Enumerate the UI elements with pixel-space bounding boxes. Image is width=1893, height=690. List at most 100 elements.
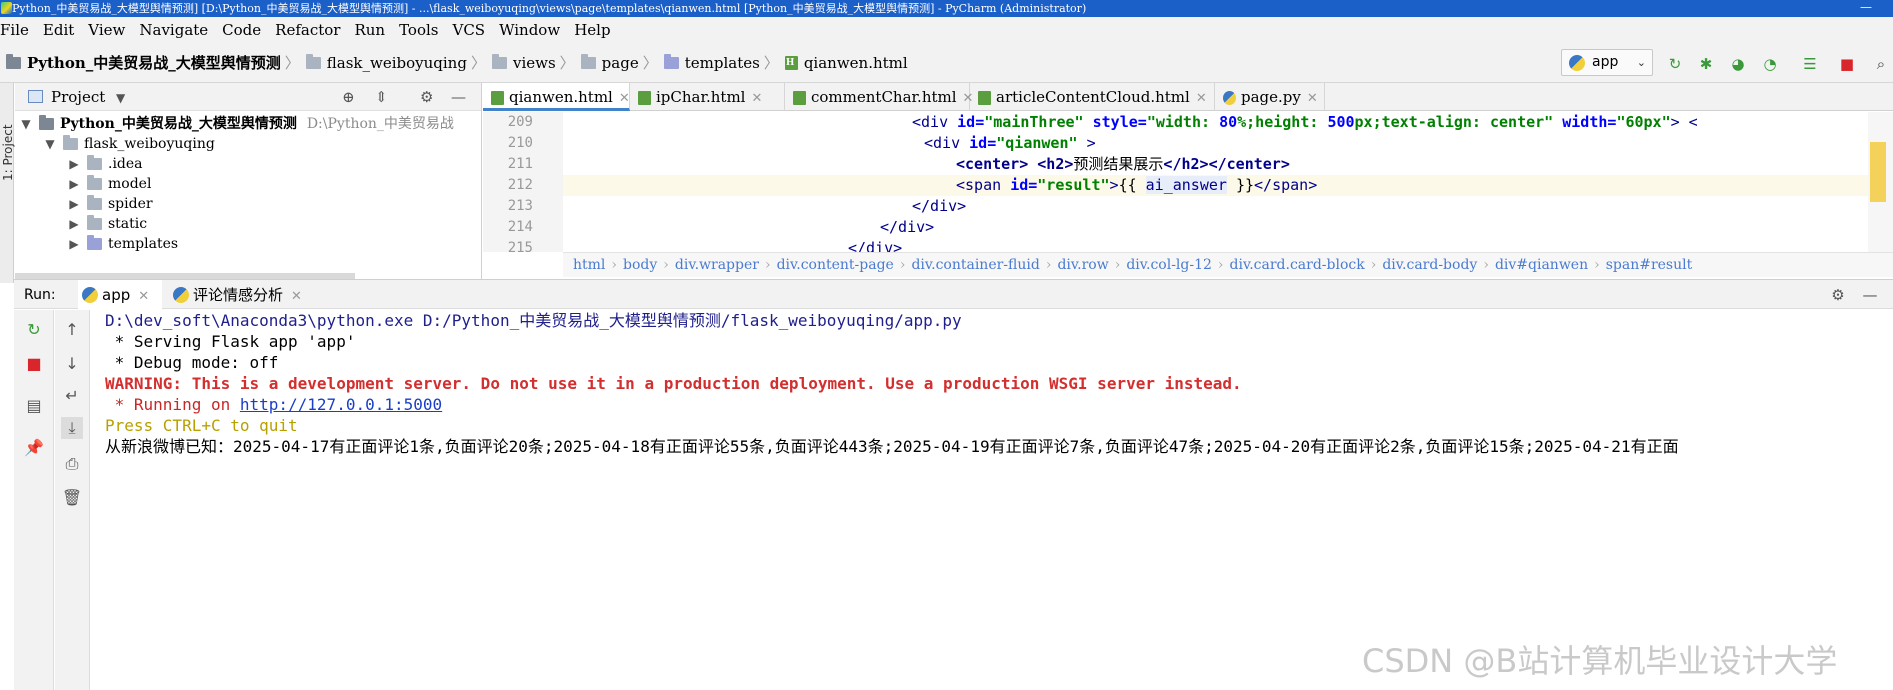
pycharm-app-icon <box>1 2 12 14</box>
stop-icon[interactable]: ■ <box>23 353 45 375</box>
expand-arrow-icon[interactable]: ▶ <box>67 194 81 214</box>
tab-qianwen-html[interactable]: qianwen.html ✕ <box>483 83 630 111</box>
menu-vcs[interactable]: VCS <box>453 17 492 44</box>
run-tab-app[interactable]: app ✕ <box>78 280 162 310</box>
tree-item-flask-weiboyuqing[interactable]: ▼ flask_weiboyuqing <box>43 134 215 154</box>
close-icon[interactable]: ✕ <box>619 91 630 106</box>
html-file-icon <box>978 91 991 105</box>
coverage-icon[interactable]: ◕ <box>1729 55 1747 73</box>
tree-item-static[interactable]: ▶ static <box>67 214 147 234</box>
project-folder-icon <box>39 115 54 130</box>
chevron-right-icon: 〉 <box>284 54 300 72</box>
soft-wrap-icon[interactable]: ↵ <box>61 385 83 407</box>
expand-arrow-icon[interactable]: ▶ <box>67 234 81 254</box>
close-icon[interactable]: ✕ <box>138 289 149 304</box>
tree-item-templates[interactable]: ▶ templates <box>67 234 178 254</box>
breadcrumb-body[interactable]: body <box>623 257 657 273</box>
run-console[interactable]: D:\dev_soft\Anaconda3\python.exe D:/Pyth… <box>91 310 1893 690</box>
breadcrumb-wrapper[interactable]: div.wrapper <box>675 257 759 273</box>
rerun-icon[interactable]: ↻ <box>23 319 45 341</box>
menu-navigate[interactable]: Navigate <box>139 17 214 44</box>
menu-code[interactable]: Code <box>222 17 267 44</box>
gear-icon[interactable]: ⚙ <box>1829 286 1847 304</box>
print-icon[interactable]: ⎙ <box>61 453 83 475</box>
close-icon[interactable]: ✕ <box>1307 91 1318 106</box>
gear-icon[interactable]: ⚙ <box>420 83 433 111</box>
trash-icon[interactable]: 🗑 <box>61 487 83 509</box>
expand-arrow-icon[interactable]: ▶ <box>67 154 81 174</box>
search-icon[interactable]: ⌕ <box>1872 55 1890 73</box>
run-label: Run: <box>24 287 56 303</box>
nav-crumb-project[interactable]: Python_中美贸易战_大模型舆情预测 <box>27 54 281 72</box>
collapse-all-icon[interactable]: ⇕ <box>375 83 388 111</box>
chevron-down-icon[interactable]: ▼ <box>116 91 125 105</box>
breadcrumb-content-page[interactable]: div.content-page <box>777 257 894 273</box>
templates-folder-icon <box>87 235 102 250</box>
pin-icon[interactable]: 📌 <box>23 437 45 459</box>
profile-icon[interactable]: ◔ <box>1761 55 1779 73</box>
breadcrumb-card-block[interactable]: div.card.card-block <box>1230 257 1365 273</box>
close-icon[interactable]: ✕ <box>751 91 762 106</box>
nav-crumb-views[interactable]: views <box>513 54 556 72</box>
breadcrumb-container-fluid[interactable]: div.container-fluid <box>911 257 1039 273</box>
stop-icon[interactable]: ■ <box>1838 55 1856 73</box>
hide-panel-icon[interactable]: — <box>1861 286 1879 304</box>
menu-run[interactable]: Run <box>354 17 391 44</box>
run-list-icon[interactable]: ☰ <box>1801 55 1819 73</box>
menu-view[interactable]: View <box>88 17 131 44</box>
run-tab-sentiment[interactable]: 评论情感分析 ✕ <box>169 280 329 310</box>
folder-icon <box>87 175 102 190</box>
locate-file-icon[interactable]: ⊕ <box>342 83 355 111</box>
code-editor[interactable]: <div id="mainThree" style="width: 80%;he… <box>563 112 1868 252</box>
editor-breadcrumbs: html › body › div.wrapper › div.content-page › d… <box>563 252 1893 277</box>
expand-arrow-icon[interactable]: ▶ <box>67 174 81 194</box>
arrow-up-icon[interactable]: ↑ <box>61 319 83 341</box>
breadcrumb-col-lg-12[interactable]: div.col-lg-12 <box>1126 257 1212 273</box>
tree-item-model[interactable]: ▶ model <box>67 174 151 194</box>
tab-articlecontentcloud-html[interactable]: articleContentCloud.html ✕ <box>970 83 1215 111</box>
minimize-button[interactable]: — <box>1851 0 1881 17</box>
menu-tools[interactable]: Tools <box>399 17 444 44</box>
breadcrumb-row[interactable]: div.row <box>1057 257 1108 273</box>
tree-item-idea[interactable]: ▶ .idea <box>67 154 143 174</box>
code-line-210: <div id="qianwen" > <box>924 134 1096 152</box>
project-tool-window-button[interactable]: 1: Project <box>1 91 15 181</box>
expand-arrow-icon[interactable]: ▼ <box>43 134 57 154</box>
expand-arrow-icon[interactable]: ▼ <box>19 114 33 134</box>
server-url-link[interactable]: http://127.0.0.1:5000 <box>240 395 442 414</box>
nav-crumb-templates[interactable]: templates <box>685 54 760 72</box>
debug-icon[interactable]: ✱ <box>1697 55 1715 73</box>
menu-file[interactable]: File <box>0 17 35 44</box>
nav-crumb-page[interactable]: page <box>602 54 639 72</box>
editor-scrollbar[interactable] <box>1868 112 1893 252</box>
tree-item-project-root[interactable]: ▼ Python_中美贸易战_大模型舆情预测 D:\Python_中美贸易战 <box>19 114 454 134</box>
run-configuration-select[interactable]: app ⌄ <box>1561 49 1653 76</box>
menu-window[interactable]: Window <box>499 17 566 44</box>
rerun-icon[interactable]: ↻ <box>1666 55 1684 73</box>
project-view-label[interactable]: Project <box>51 88 105 106</box>
breadcrumb-card-body[interactable]: div.card-body <box>1382 257 1477 273</box>
hide-panel-icon[interactable]: — <box>451 83 466 111</box>
tree-item-spider[interactable]: ▶ spider <box>67 194 153 214</box>
breadcrumb-result[interactable]: span#result <box>1606 257 1693 273</box>
close-icon[interactable]: ✕ <box>1196 91 1207 106</box>
close-icon[interactable]: ✕ <box>291 289 302 304</box>
editor-gutter: 209 210 211 212 213 214 215 <box>483 112 563 256</box>
folder-icon <box>491 54 507 69</box>
breadcrumb-html[interactable]: html <box>573 257 605 273</box>
arrow-down-icon[interactable]: ↓ <box>61 353 83 375</box>
expand-arrow-icon[interactable]: ▶ <box>67 214 81 234</box>
nav-crumb-flask[interactable]: flask_weiboyuqing <box>327 54 467 72</box>
nav-crumb-file[interactable]: qianwen.html <box>804 54 908 72</box>
tab-commentchar-html[interactable]: commentChar.html ✕ <box>785 83 973 111</box>
tab-page-py[interactable]: page.py ✕ <box>1215 83 1325 111</box>
breadcrumb-qianwen[interactable]: div#qianwen <box>1495 257 1588 273</box>
layout-icon[interactable]: ▤ <box>23 395 45 417</box>
scroll-to-end-icon[interactable]: ⤓ <box>61 417 83 439</box>
tab-ipchar-html[interactable]: ipChar.html ✕ <box>630 83 785 111</box>
run-tab-label: 评论情感分析 <box>193 286 284 304</box>
menu-edit[interactable]: Edit <box>43 17 80 44</box>
html-file-icon <box>784 56 798 70</box>
menu-refactor[interactable]: Refactor <box>275 17 346 44</box>
menu-help[interactable]: Help <box>574 17 616 44</box>
